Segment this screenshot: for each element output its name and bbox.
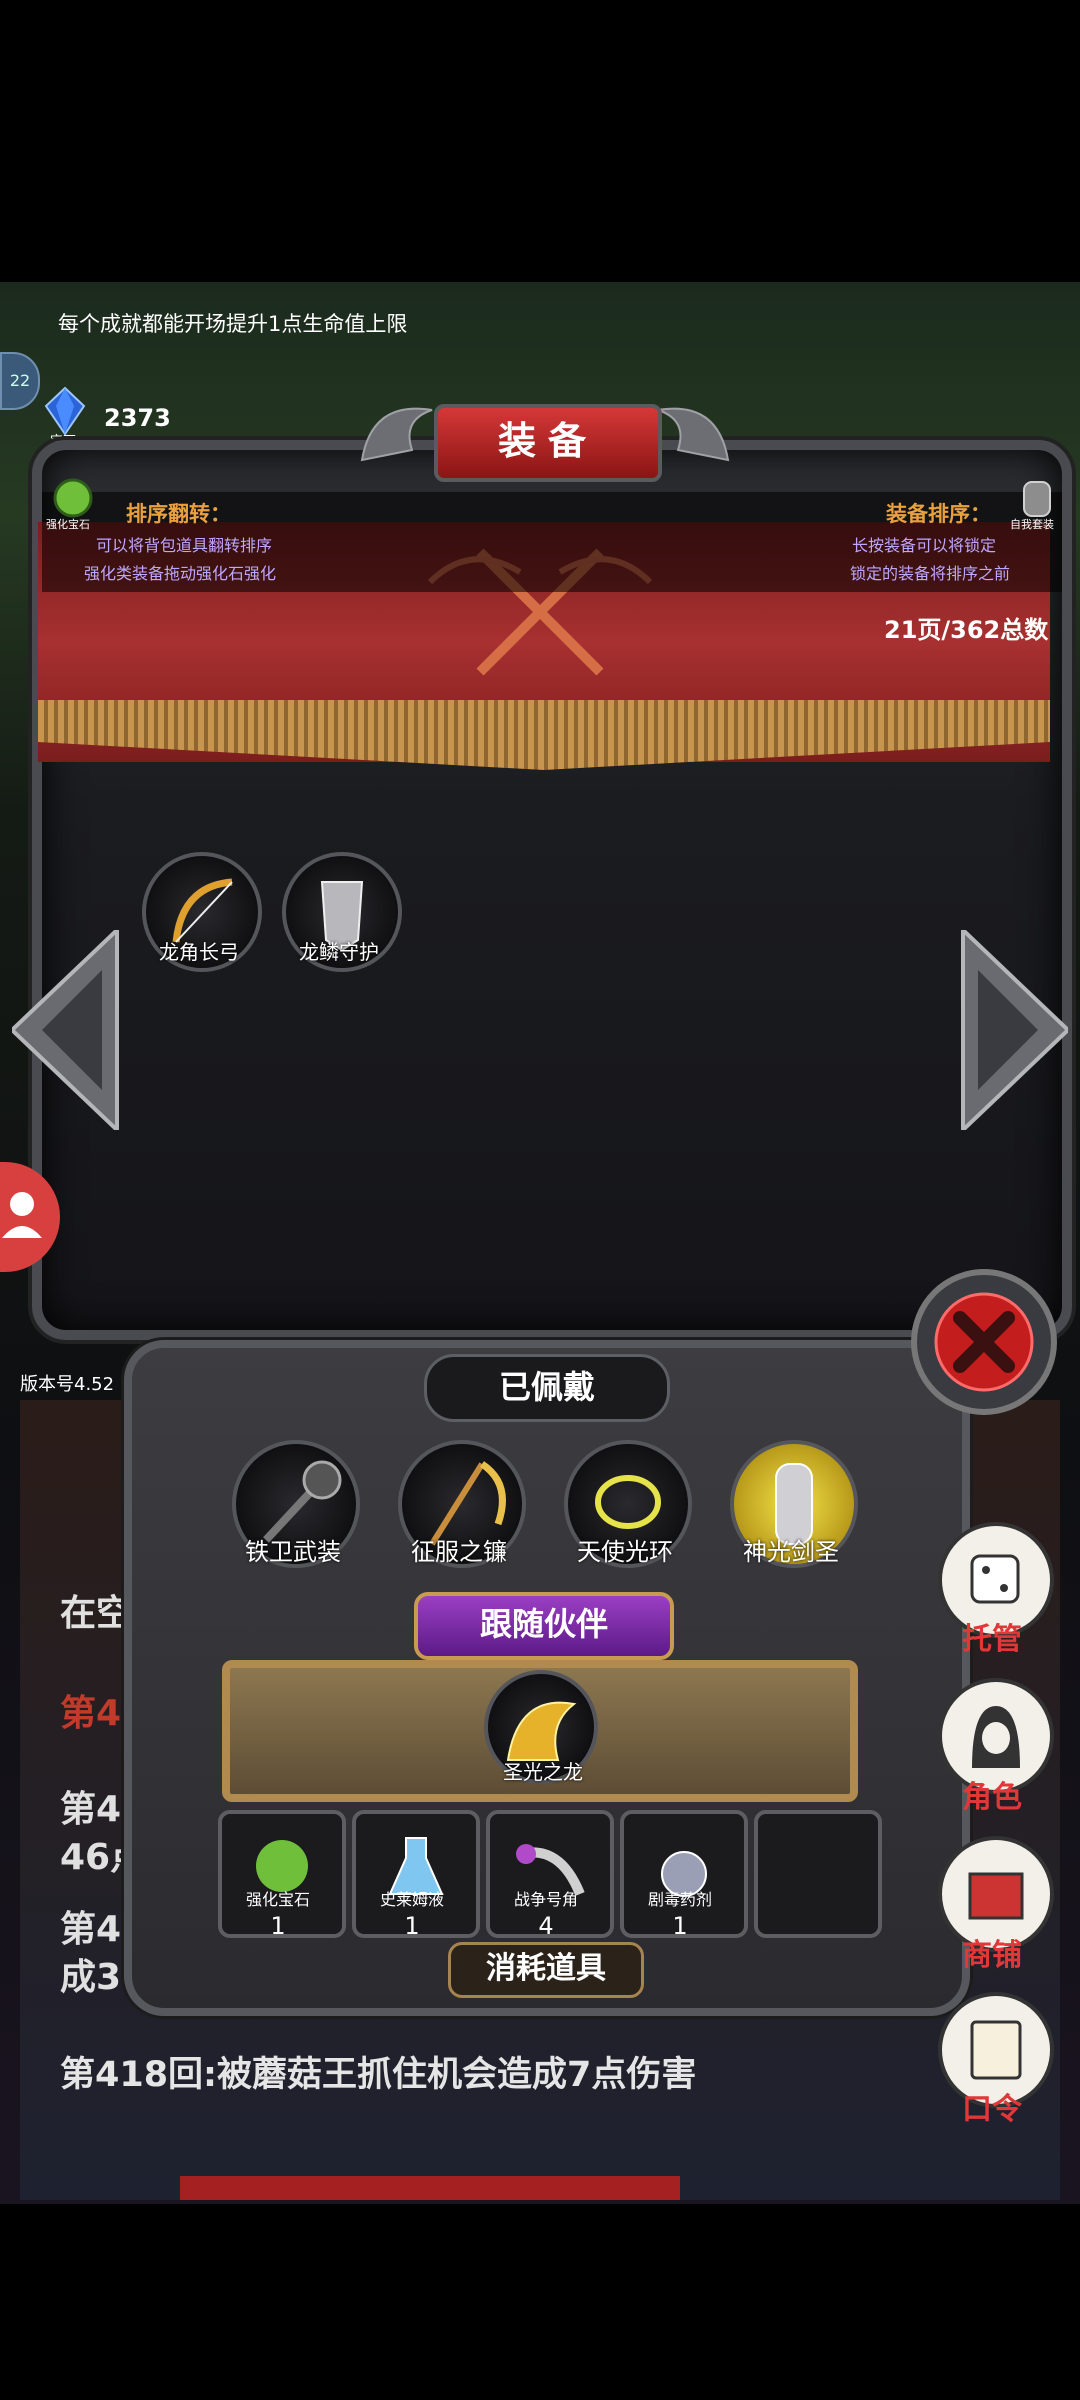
equipped-label: 天使光环 — [577, 1538, 673, 1566]
reverse-sort-title[interactable]: 排序翻转： — [126, 498, 231, 528]
equip-sort-desc: 锁定的装备将排序之前 — [850, 564, 1011, 583]
user-icon — [2, 1192, 42, 1238]
shop-label: 商铺 — [962, 1938, 1022, 1973]
consumable-label: 剧毒药剂 — [647, 1890, 712, 1909]
equipped-label: 征服之镰 — [411, 1538, 507, 1566]
consumable-label: 史莱姆液 — [379, 1890, 444, 1909]
reverse-sort-desc: 强化类装备拖动强化石强化 — [84, 564, 277, 583]
nav-area — [0, 2204, 1080, 2400]
equipped-label: 铁卫武装 — [245, 1538, 341, 1566]
inventory-item-label: 龙鳞守护 — [299, 940, 379, 964]
reverse-sort-desc: 可以将背包道具翻转排序 — [96, 536, 273, 555]
gem-count: 2373 — [104, 404, 171, 432]
consumable-slot-empty[interactable] — [754, 1810, 882, 1938]
log-line: 在空 — [60, 1593, 133, 1634]
version-label: 版本号4.52 — [20, 1374, 115, 1395]
next-page-arrow-icon[interactable] — [958, 930, 1068, 1130]
consumable-label: 战争号角 — [513, 1890, 578, 1909]
hp-bar — [180, 2176, 680, 2200]
profile-button[interactable] — [0, 1162, 60, 1272]
auto-label: 托管 — [962, 1622, 1022, 1657]
prev-page-arrow-icon[interactable] — [12, 930, 122, 1130]
consumable-label: 强化宝石 — [245, 1890, 310, 1909]
code-label: 口令 — [962, 2092, 1022, 2127]
role-label: 角色 — [962, 1780, 1022, 1815]
consumable-count: 4 — [538, 1912, 554, 1940]
dragon-ornament-icon — [352, 380, 442, 470]
equip-sort-title[interactable]: 装备排序： — [886, 498, 991, 528]
log-latest: 第418回:被蘑菇王抓住机会造成7点伤害 — [60, 2055, 697, 2095]
enhance-stone-label: 强化宝石 — [46, 518, 90, 531]
close-icon[interactable] — [904, 1262, 1064, 1422]
equip-sort-desc: 长按装备可以将锁定 — [852, 536, 997, 555]
companion-name: 圣光之龙 — [503, 1760, 583, 1784]
panel-title: 装备 — [434, 404, 662, 482]
companion-title: 跟随伙伴 — [414, 1592, 674, 1660]
log-line: 成3 — [60, 1957, 122, 1998]
status-area — [0, 0, 1080, 282]
consumables-title: 消耗道具 — [448, 1942, 644, 1998]
equipped-label: 神光剑圣 — [743, 1538, 839, 1566]
self-set-label: 自我套装 — [1010, 518, 1054, 531]
inventory-item-label: 龙角长弓 — [159, 940, 239, 964]
equipped-title: 已佩戴 — [424, 1354, 670, 1422]
consumable-count: 1 — [404, 1912, 420, 1940]
consumable-count: 1 — [270, 1912, 286, 1940]
hint-text: 每个成就都能开场提升1点生命值上限 — [58, 312, 408, 336]
page-info: 21页/362总数 — [884, 616, 1049, 644]
gem-icon — [44, 386, 86, 436]
consumable-count: 1 — [672, 1912, 688, 1940]
